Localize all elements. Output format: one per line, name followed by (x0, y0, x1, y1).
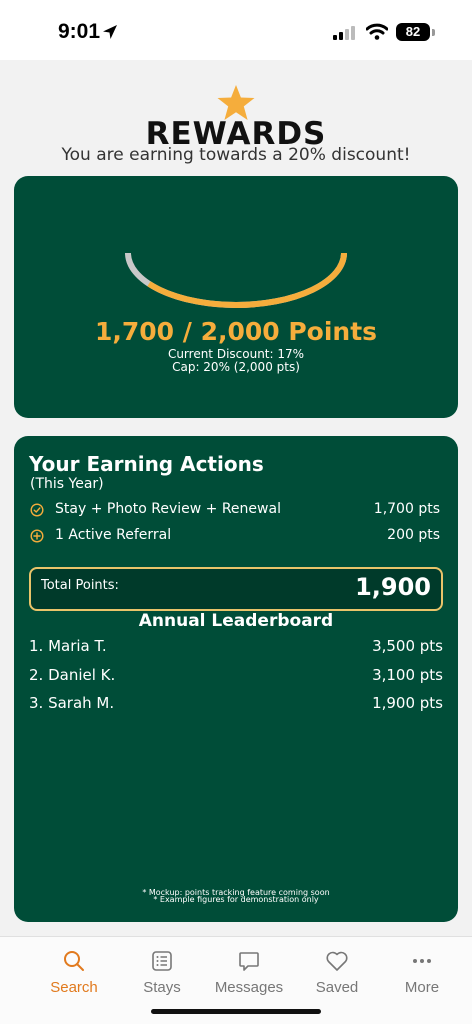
action-label: Stay + Photo Review + Renewal (55, 501, 281, 517)
action-points: 1,700 pts (373, 501, 440, 517)
battery-cap (432, 29, 435, 36)
chat-bubble-icon (239, 952, 259, 971)
tab-more[interactable]: More (382, 937, 462, 1001)
heart-icon (326, 951, 348, 971)
action-label: 1 Active Referral (55, 527, 172, 543)
earning-actions-card: Your Earning Actions (This Year) Stay + … (14, 436, 458, 922)
rewards-progress-card: 1,700 / 2,000 Points Current Discount: 1… (14, 176, 458, 418)
tab-label: Stays (143, 979, 181, 996)
leaderboard-row: 3. Sarah M. 1,900 pts (29, 694, 443, 714)
tab-stays[interactable]: Stays (122, 937, 202, 1001)
status-time: 9:01 (58, 20, 101, 43)
more-dots-icon (413, 959, 431, 963)
leaderboard-row: 2. Daniel K. 3,100 pts (29, 666, 443, 686)
leaderboard-name: 3. Sarah M. (29, 694, 115, 712)
list-icon (152, 951, 172, 971)
total-points-label: Total Points: (41, 578, 119, 593)
home-indicator (151, 1009, 321, 1014)
tab-label: Messages (214, 979, 284, 996)
location-arrow-icon (102, 24, 118, 44)
total-points-value: 1,900 (355, 573, 431, 601)
tab-label: Search (50, 979, 98, 996)
gauge-progress-fill (125, 252, 347, 308)
leaderboard-title: Annual Leaderboard (138, 611, 334, 631)
discount-cap-text: Cap: 20% (2,000 pts) (172, 360, 300, 374)
footnote: * Example figures for demonstration only (153, 895, 319, 904)
tab-messages[interactable]: Messages (209, 937, 289, 1001)
current-discount-text: Current Discount: 17% (167, 347, 305, 361)
check-circle-icon (30, 503, 44, 521)
tab-saved[interactable]: Saved (297, 937, 377, 1001)
action-row: 1 Active Referral 200 pts (30, 527, 440, 547)
leaderboard-points: 1,900 pts (372, 694, 443, 712)
tab-search[interactable]: Search (34, 937, 114, 1001)
leaderboard-points: 3,500 pts (372, 637, 443, 655)
action-row: Stay + Photo Review + Renewal 1,700 pts (30, 501, 440, 521)
leaderboard-row: 1. Maria T. 3,500 pts (29, 637, 443, 657)
tab-label: More (404, 979, 440, 996)
plus-circle-icon (30, 529, 44, 547)
cellular-signal-icon (333, 25, 357, 44)
leaderboard-points: 3,100 pts (372, 666, 443, 684)
status-bar: 9:01 82 (0, 0, 472, 60)
points-progress-gauge (125, 252, 347, 308)
leaderboard-name: 2. Daniel K. (29, 666, 116, 684)
earning-actions-subtitle: (This Year) (30, 476, 104, 492)
wifi-icon (365, 23, 389, 44)
page-subtitle: You are earning towards a 20% discount! (61, 145, 411, 165)
tab-label: Saved (315, 979, 359, 996)
action-points: 200 pts (387, 527, 440, 543)
total-points-box: Total Points: 1,900 (29, 567, 443, 611)
battery-indicator: 82 (396, 23, 430, 41)
earning-actions-title: Your Earning Actions (29, 452, 264, 476)
leaderboard-name: 1. Maria T. (29, 637, 107, 655)
search-icon (64, 951, 84, 971)
points-progress-text: 1,700 / 2,000 Points (94, 317, 378, 346)
